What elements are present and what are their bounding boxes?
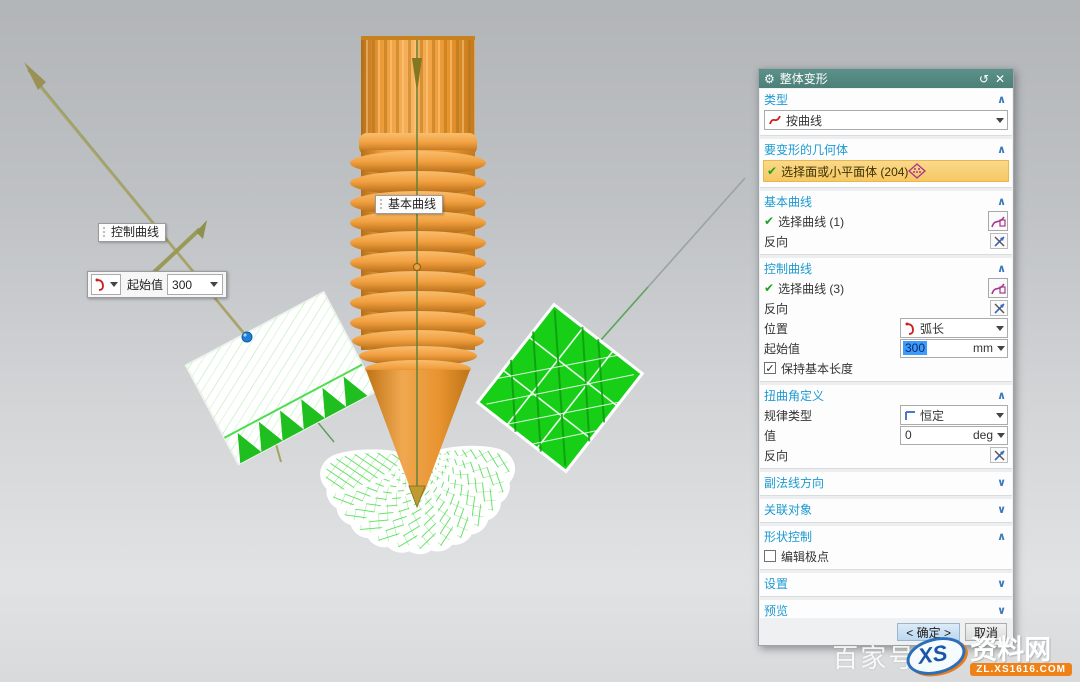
curve-point-handle[interactable] <box>414 264 421 271</box>
check-icon: ✔ <box>767 164 777 178</box>
select-base-curve-row[interactable]: ✔ 选择曲线 (1) <box>764 211 1008 231</box>
unit-label: deg <box>973 428 997 442</box>
section-twist-header[interactable]: 扭曲角定义 ∧ <box>764 386 1008 405</box>
section-association-header[interactable]: 关联对象 ∨ <box>764 500 1008 519</box>
dialog-titlebar[interactable]: ⚙ 整体变形 ↺ ✕ <box>759 69 1013 88</box>
arc-length-icon <box>94 278 107 291</box>
section-association: 关联对象 ∨ <box>760 496 1012 523</box>
start-value-row: 起始值 300 mm <box>764 338 1008 358</box>
check-icon: ✔ <box>764 281 774 295</box>
chevron-down-icon <box>210 282 218 287</box>
start-value-input[interactable]: 300 <box>167 274 223 295</box>
reverse-icon <box>993 449 1006 462</box>
constant-law-icon <box>904 409 917 422</box>
gear-icon: ⚙ <box>764 72 775 86</box>
reverse-icon <box>993 235 1006 248</box>
chevron-down-icon: ∨ <box>997 577 1008 590</box>
section-control-curve-header[interactable]: 控制曲线 ∧ <box>764 259 1008 278</box>
section-base-curve-header[interactable]: 基本曲线 ∧ <box>764 192 1008 211</box>
dialog-title: 整体变形 <box>780 70 976 87</box>
right-deform-panel[interactable] <box>478 305 643 472</box>
curve-arrowhead-topleft <box>24 62 46 90</box>
keep-length-checkbox[interactable]: ✓ <box>764 362 776 374</box>
law-type-row: 规律类型 恒定 <box>764 405 1008 425</box>
edit-poles-row[interactable]: 编辑极点 <box>764 546 1008 566</box>
section-settings: 设置 ∨ <box>760 570 1012 597</box>
chevron-down-icon: ∨ <box>997 604 1008 617</box>
section-twist-angle: 扭曲角定义 ∧ 规律类型 恒定 值 <box>760 382 1012 469</box>
ok-button[interactable]: < 确定 > <box>897 623 960 641</box>
control-curve-tooltip: 控制曲线 <box>98 223 166 242</box>
edit-poles-checkbox[interactable] <box>764 550 776 562</box>
law-type-dropdown[interactable]: 恒定 <box>900 405 1008 425</box>
reverse-direction-button[interactable] <box>990 300 1008 316</box>
section-geometry-header[interactable]: 要变形的几何体 ∧ <box>764 140 1008 159</box>
start-value-input[interactable]: 300 mm <box>900 339 1008 358</box>
section-preview-header[interactable]: 预览 ∨ <box>764 601 1008 618</box>
chevron-up-icon: ∧ <box>997 530 1008 543</box>
base-curve-reverse-row: 反向 <box>764 231 1008 251</box>
section-binormal: 副法线方向 ∨ <box>760 469 1012 496</box>
facet-body-icon <box>908 163 926 179</box>
dialog-button-bar: < 确定 > 取消 <box>759 619 1013 645</box>
reverse-direction-button[interactable] <box>990 447 1008 463</box>
select-face-row[interactable]: ✔ 选择面或小平面体 (204) <box>763 160 1009 182</box>
section-type: 类型 ∧ 按曲线 <box>760 89 1012 136</box>
section-type-header[interactable]: 类型 ∧ <box>764 90 1008 109</box>
chevron-up-icon: ∧ <box>997 93 1008 106</box>
keep-length-row[interactable]: ✓ 保持基本长度 <box>764 358 1008 378</box>
section-shape-header[interactable]: 形状控制 ∧ <box>764 527 1008 546</box>
chevron-down-icon <box>110 282 118 287</box>
chevron-up-icon: ∧ <box>997 195 1008 208</box>
onscreen-input-toolbar[interactable]: 起始值 300 <box>87 271 227 298</box>
arc-length-icon <box>904 322 917 335</box>
select-curve-button[interactable] <box>988 278 1008 298</box>
section-binormal-header[interactable]: 副法线方向 ∨ <box>764 473 1008 492</box>
chevron-up-icon: ∧ <box>997 143 1008 156</box>
select-curve-button[interactable] <box>988 211 1008 231</box>
chevron-down-icon <box>997 346 1005 351</box>
application-window: 控制曲线 基本曲线 起始值 300 ⚙ 整体变形 ↺ ✕ 类型 <box>0 0 1080 682</box>
chevron-down-icon <box>997 433 1005 438</box>
section-preview: 预览 ∨ <box>760 597 1012 618</box>
select-control-curve-row[interactable]: ✔ 选择曲线 (3) <box>764 278 1008 298</box>
close-icon[interactable]: ✕ <box>992 72 1008 86</box>
by-curve-icon <box>768 113 782 127</box>
twist-reverse-row: 反向 <box>764 445 1008 465</box>
global-deformation-dialog: ⚙ 整体变形 ↺ ✕ 类型 ∧ 按曲线 <box>758 68 1014 646</box>
reset-icon[interactable]: ↺ <box>976 72 992 86</box>
reverse-direction-button[interactable] <box>990 233 1008 249</box>
position-type-dropdown[interactable] <box>91 274 121 295</box>
section-shape-control: 形状控制 ∧ 编辑极点 <box>760 523 1012 570</box>
section-control-curve: 控制曲线 ∧ ✔ 选择曲线 (3) 反向 <box>760 255 1012 382</box>
chevron-down-icon: ∨ <box>997 476 1008 489</box>
chevron-down-icon <box>996 326 1004 331</box>
curve-select-icon <box>991 281 1006 296</box>
control-curve-reverse-row: 反向 <box>764 298 1008 318</box>
section-geometry: 要变形的几何体 ∧ ✔ 选择面或小平面体 (204) <box>760 136 1012 188</box>
cancel-button[interactable]: 取消 <box>965 623 1007 641</box>
position-row: 位置 弧长 <box>764 318 1008 338</box>
vertex-handle[interactable] <box>242 332 252 342</box>
reverse-icon <box>993 302 1006 315</box>
chevron-down-icon <box>996 118 1004 123</box>
chevron-down-icon: ∨ <box>997 503 1008 516</box>
twist-value-input[interactable]: 0 deg <box>900 426 1008 445</box>
type-dropdown[interactable]: 按曲线 <box>764 110 1008 130</box>
chevron-up-icon: ∧ <box>997 262 1008 275</box>
curve-select-icon <box>991 214 1006 229</box>
chevron-down-icon <box>996 413 1004 418</box>
left-deform-panel[interactable] <box>186 292 376 464</box>
section-base-curve: 基本曲线 ∧ ✔ 选择曲线 (1) 反向 <box>760 188 1012 255</box>
twist-value-row: 值 0 deg <box>764 425 1008 445</box>
base-curve-tooltip: 基本曲线 <box>375 195 443 214</box>
section-settings-header[interactable]: 设置 ∨ <box>764 574 1008 593</box>
chevron-up-icon: ∧ <box>997 389 1008 402</box>
position-dropdown[interactable]: 弧长 <box>900 318 1008 338</box>
check-icon: ✔ <box>764 214 774 228</box>
unit-label: mm <box>973 341 997 355</box>
start-value-label: 起始值 <box>127 276 163 293</box>
